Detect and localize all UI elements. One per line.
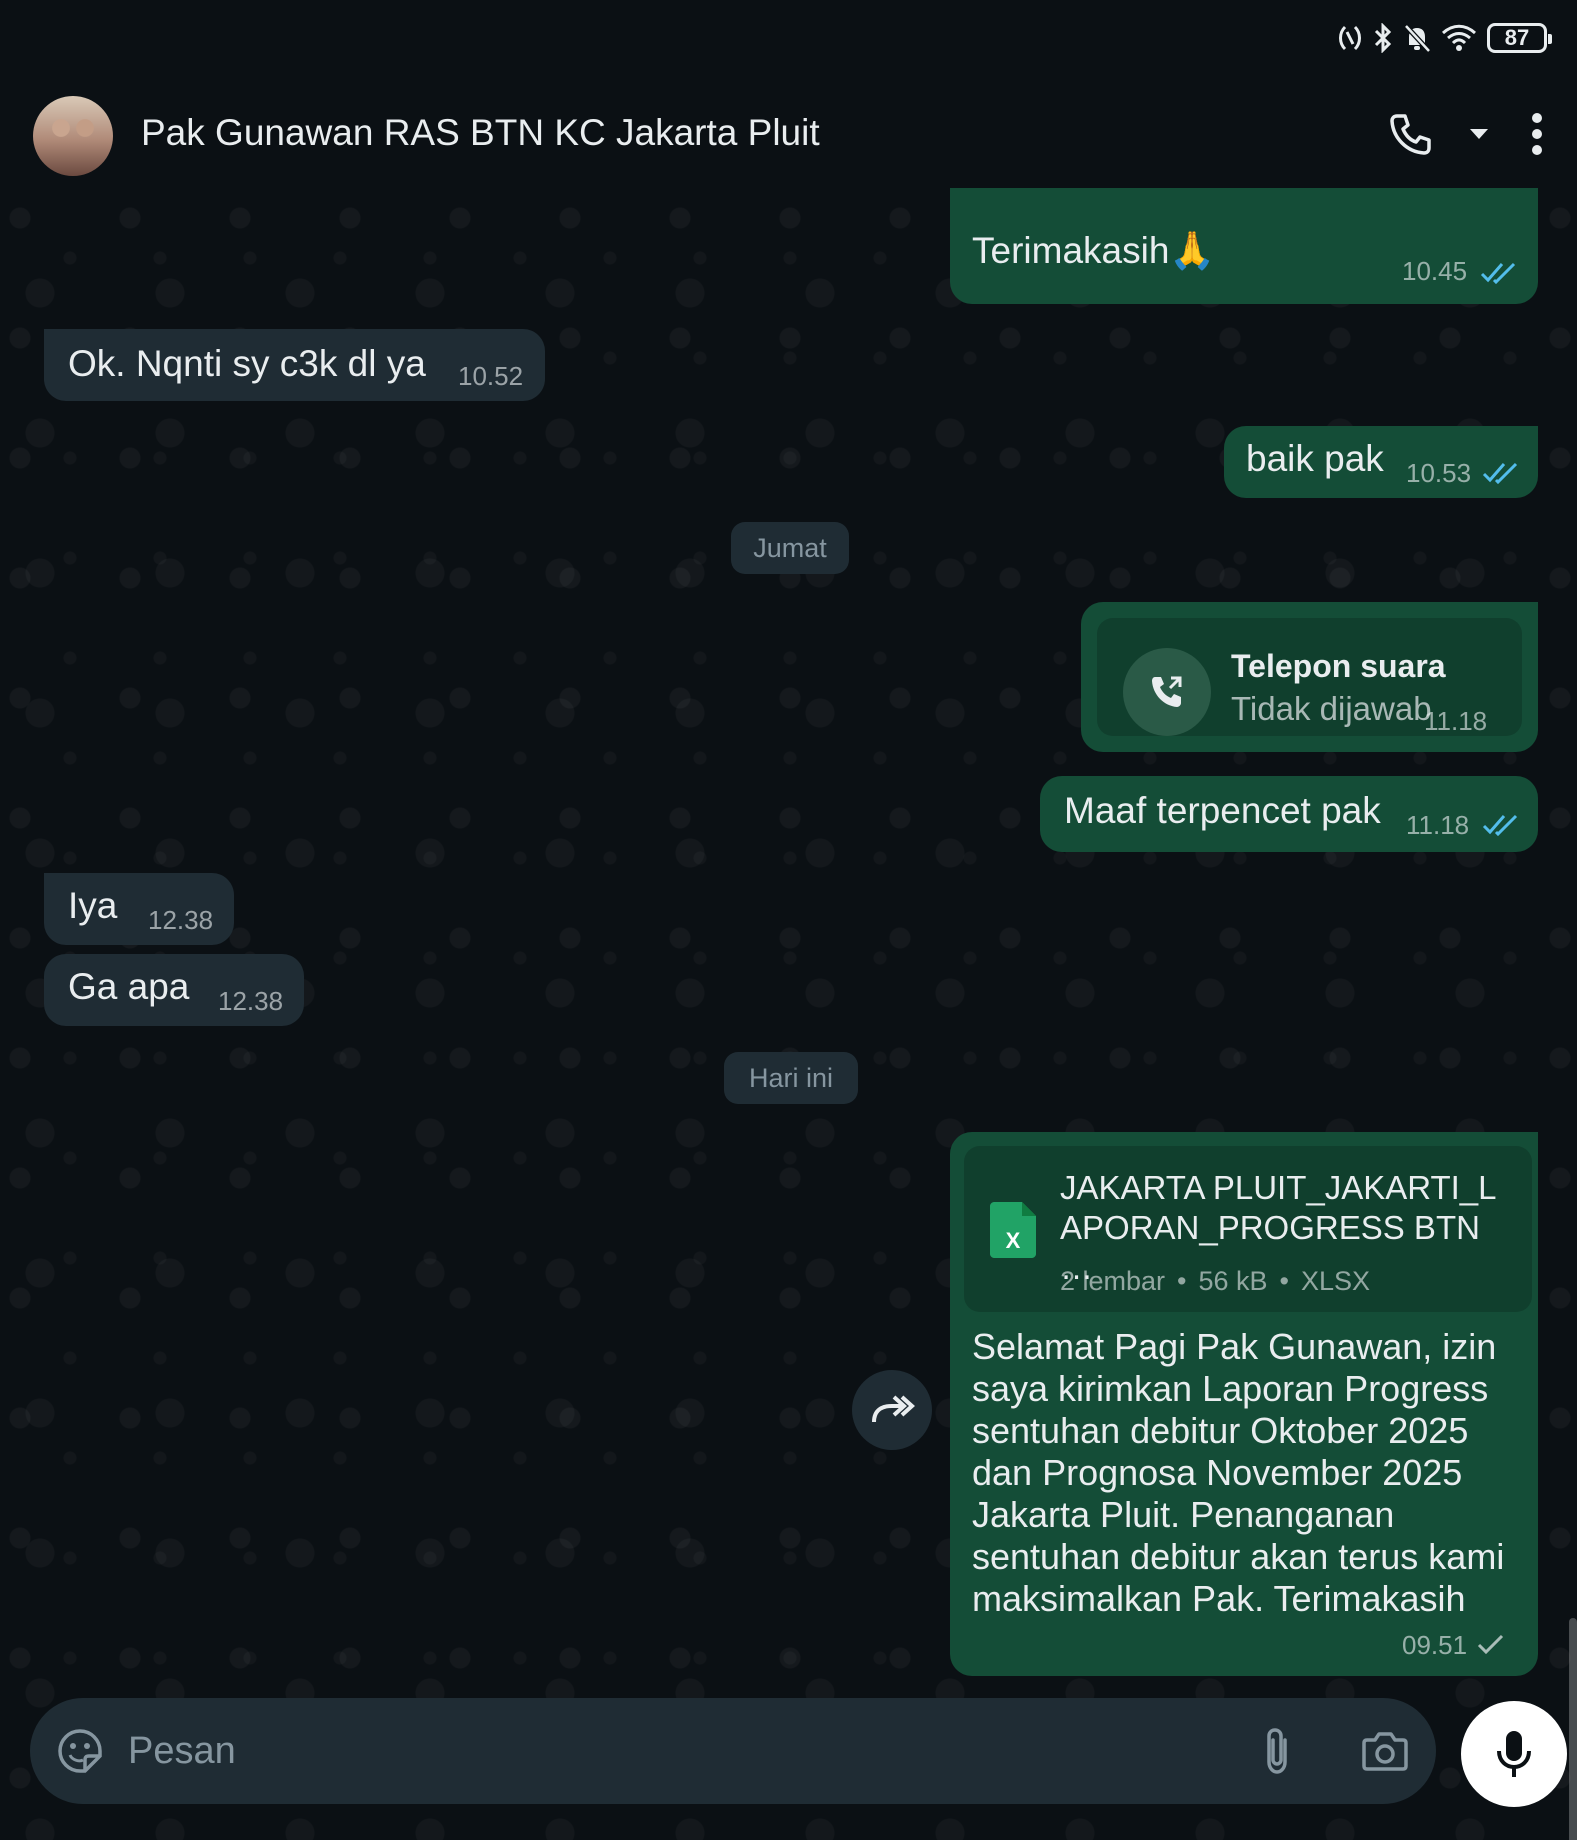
- read-ticks-icon: [1482, 814, 1518, 836]
- emoji-button[interactable]: [52, 1723, 108, 1779]
- sent-tick-icon: [1477, 1634, 1504, 1655]
- phone-icon: [1390, 114, 1431, 155]
- message-text: baik pak: [1246, 438, 1384, 479]
- battery-level: 87: [1504, 25, 1530, 50]
- battery-indicator: 87: [1487, 23, 1552, 53]
- document-pages: 2 lembar: [1060, 1266, 1166, 1296]
- microphone-icon: [1497, 1731, 1531, 1777]
- message-input[interactable]: [128, 1718, 1178, 1784]
- read-ticks-icon: [1482, 462, 1518, 484]
- document-type: XLSX: [1301, 1266, 1371, 1296]
- paperclip-icon: [1267, 1728, 1287, 1774]
- status-icons: 87: [1337, 18, 1552, 58]
- call-icon-circle: [1123, 648, 1211, 736]
- message-bubble-outgoing[interactable]: Maaf terpencet pak 11.18: [1040, 776, 1538, 852]
- status-bar: 87: [0, 0, 1577, 74]
- outgoing-call-icon: [1152, 676, 1182, 707]
- contact-avatar[interactable]: [33, 96, 113, 176]
- attach-button[interactable]: [1248, 1722, 1306, 1780]
- more-options-button[interactable]: [1517, 104, 1557, 164]
- message-bubble-incoming[interactable]: Ok. Nqnti sy c3k dl ya 10.52: [44, 329, 545, 401]
- message-time: 11.18: [1406, 810, 1470, 840]
- document-meta: 2 lembar • 56 kB • XLSX: [1060, 1266, 1371, 1296]
- voice-call-button[interactable]: [1381, 104, 1441, 164]
- svg-text:X: X: [1006, 1228, 1021, 1253]
- more-vertical-icon: [1532, 113, 1542, 155]
- message-time: 12.38: [148, 905, 214, 935]
- forward-icon: [872, 1395, 915, 1423]
- chat-messages[interactable]: Terimakasih🙏 10.45 Ok. Nqnti sy c3k dl y…: [0, 188, 1577, 1840]
- voice-record-button[interactable]: [1461, 1701, 1567, 1807]
- nfc-icon: [1339, 25, 1361, 51]
- read-ticks-icon: [1480, 262, 1516, 284]
- message-bubble-incoming[interactable]: Iya 12.38: [44, 873, 234, 945]
- camera-button[interactable]: [1354, 1722, 1416, 1780]
- call-title: Telepon suara: [1231, 648, 1446, 684]
- caret-down-icon: [1470, 129, 1488, 139]
- message-bubble-outgoing[interactable]: baik pak 10.53: [1224, 426, 1538, 498]
- wifi-icon: [1441, 24, 1477, 51]
- chat-scrollbar[interactable]: [1569, 1618, 1577, 1840]
- message-time: 09.51: [1402, 1630, 1468, 1660]
- message-text: Iya: [68, 885, 118, 926]
- missed-call-card[interactable]: Telepon suara Tidak dijawab 11.18: [1097, 618, 1522, 736]
- message-composer: [30, 1698, 1436, 1804]
- message-text: Ga apa: [68, 966, 190, 1007]
- message-time: 12.38: [218, 986, 284, 1016]
- date-separator: Hari ini: [724, 1052, 858, 1104]
- document-message-bubble[interactable]: X JAKARTA PLUIT_JAKARTI_L APORAN_PROGRES…: [950, 1132, 1538, 1676]
- message-bubble-outgoing[interactable]: Terimakasih🙏 10.45: [950, 188, 1538, 304]
- message-text: Ok. Nqnti sy c3k dl ya: [68, 343, 426, 384]
- message-time: 10.53: [1406, 458, 1472, 488]
- mute-bell-icon: [1404, 24, 1431, 53]
- sticker-emoji-icon: [58, 1729, 102, 1773]
- call-options-dropdown[interactable]: [1465, 104, 1493, 164]
- chat-screen: 87 Pak Gunawan RAS BTN KC Jakarta Pluit: [0, 0, 1577, 1840]
- call-status: Tidak dijawab: [1231, 690, 1432, 727]
- message-text: Maaf terpencet pak: [1064, 790, 1381, 831]
- document-caption: Selamat Pagi Pak Gunawan, izin saya kiri…: [972, 1326, 1505, 1619]
- xlsx-file-icon: X: [990, 1202, 1036, 1258]
- document-size: 56 kB: [1198, 1266, 1268, 1296]
- forward-button[interactable]: [852, 1370, 932, 1450]
- document-attachment[interactable]: X JAKARTA PLUIT_JAKARTI_L APORAN_PROGRES…: [964, 1146, 1532, 1312]
- message-time: 11.18: [1424, 706, 1488, 736]
- message-bubble-incoming[interactable]: Ga apa 12.38: [44, 954, 304, 1026]
- bluetooth-icon: [1374, 23, 1392, 53]
- pray-emoji: 🙏: [1169, 230, 1216, 271]
- contact-name[interactable]: Pak Gunawan RAS BTN KC Jakarta Pluit: [141, 112, 820, 154]
- chat-header: Pak Gunawan RAS BTN KC Jakarta Pluit: [0, 74, 1577, 198]
- message-text: Terimakasih🙏: [972, 230, 1216, 271]
- message-time: 10.45: [1402, 256, 1468, 286]
- camera-icon: [1362, 1732, 1408, 1771]
- call-bubble[interactable]: Telepon suara Tidak dijawab 11.18: [1081, 602, 1538, 752]
- header-actions: [1381, 104, 1557, 164]
- message-time: 10.52: [458, 361, 524, 391]
- date-separator: Jumat: [731, 522, 849, 574]
